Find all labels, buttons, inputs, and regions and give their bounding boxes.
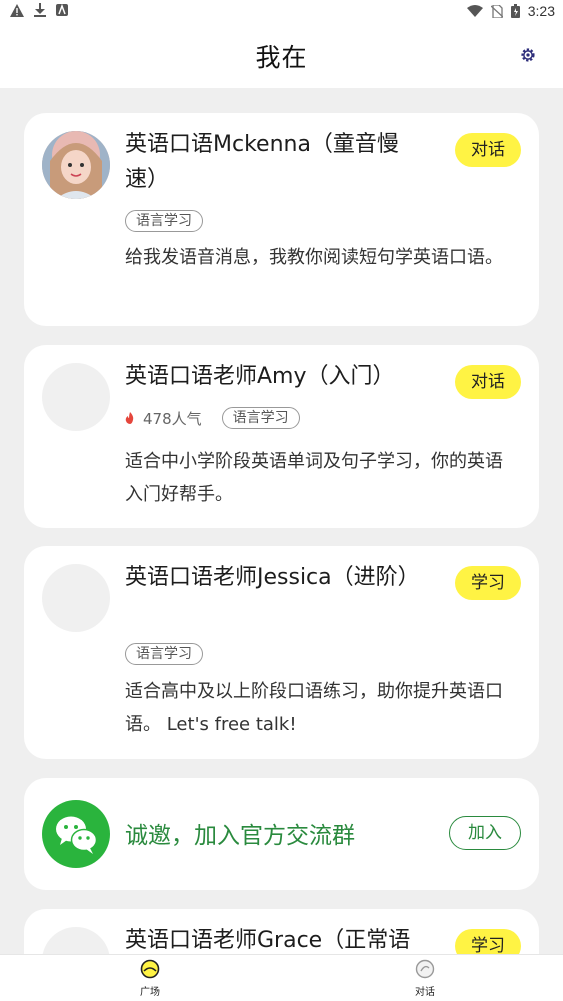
bot-description: 适合中小学阶段英语单词及句子学习，你的英语入门好帮手。	[125, 451, 503, 505]
chat-button[interactable]: 对话	[455, 133, 521, 167]
avatar	[42, 131, 110, 199]
bot-title: 英语口语Mckenna（童音慢速）	[125, 132, 399, 192]
bot-title: 英语口语老师Jessica（进阶）	[125, 565, 420, 590]
tab-label: 对话	[415, 987, 435, 998]
bot-card[interactable]: 英语口语老师Amy（入门） 对话 478人气 语言学习 适合中小学阶段英语单词及…	[24, 345, 539, 528]
avatar	[42, 564, 110, 632]
bot-list: 英语口语Mckenna（童音慢速） 对话 语言学习 给我发语音消息，我教你阅读短…	[0, 88, 563, 954]
settings-gear-icon[interactable]	[519, 46, 537, 64]
popularity: 478人气	[125, 408, 202, 429]
tab-chat[interactable]: 对话	[395, 959, 455, 998]
avatar	[42, 363, 110, 431]
bot-card[interactable]: 英语口语老师Jessica（进阶） 学习 语言学习 适合高中及以上阶段口语练习，…	[24, 546, 539, 759]
download-icon	[34, 3, 46, 17]
status-bar: 3:23	[0, 0, 563, 24]
bot-title: 英语口语老师Amy（入门）	[125, 364, 395, 389]
wechat-icon	[42, 800, 110, 868]
join-group-card[interactable]: 诚邀，加入官方交流群 加入	[24, 778, 539, 890]
learn-button[interactable]: 学习	[455, 929, 521, 954]
tab-label: 广场	[140, 987, 160, 998]
clock: 3:23	[527, 3, 555, 19]
meta-row: 语言学习	[125, 210, 203, 232]
chat-icon	[415, 959, 435, 979]
app-notification-icon	[56, 4, 68, 16]
learn-button[interactable]: 学习	[455, 566, 521, 600]
bot-title: 英语口语老师Grace（正常语	[125, 928, 411, 953]
popularity-count: 478人气	[143, 409, 202, 428]
meta-row: 语言学习	[125, 643, 203, 665]
category-tag: 语言学习	[125, 643, 203, 665]
bot-card[interactable]: 英语口语老师Grace（正常语 学习	[24, 909, 539, 954]
app-header: 我在	[0, 24, 563, 88]
page-title: 我在	[255, 43, 308, 72]
avatar	[42, 927, 110, 954]
warning-icon	[10, 3, 24, 17]
join-button[interactable]: 加入	[449, 816, 521, 850]
tab-plaza[interactable]: 广场	[120, 959, 180, 998]
no-sim-icon	[490, 4, 503, 18]
category-tag: 语言学习	[221, 407, 300, 429]
battery-icon	[510, 4, 520, 18]
bot-description: 适合高中及以上阶段口语练习，助你提升英语口语。 Let's free talk!	[125, 681, 503, 735]
category-tag: 语言学习	[125, 210, 203, 232]
plaza-icon	[140, 959, 160, 979]
flame-icon	[125, 412, 134, 424]
join-group-title: 诚邀，加入官方交流群	[125, 823, 355, 849]
bot-card[interactable]: 英语口语Mckenna（童音慢速） 对话 语言学习 给我发语音消息，我教你阅读短…	[24, 113, 539, 326]
meta-row: 478人气 语言学习	[125, 407, 300, 429]
bottom-tab-bar: 广场 对话	[0, 954, 563, 1001]
chat-button[interactable]: 对话	[455, 365, 521, 399]
wifi-icon	[466, 5, 483, 17]
bot-description: 给我发语音消息，我教你阅读短句学英语口语。	[125, 247, 503, 268]
